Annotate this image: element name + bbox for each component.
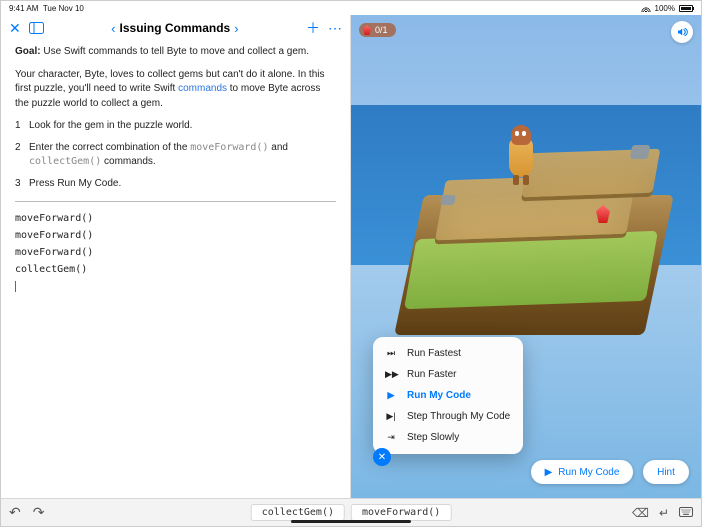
hint-button[interactable]: Hint (643, 460, 689, 484)
intro-text: Your character, Byte, loves to collect g… (15, 68, 336, 112)
byte-character (501, 125, 541, 185)
wifi-icon (641, 4, 651, 12)
gem-counter: 0/1 (359, 23, 396, 37)
step-1: Look for the gem in the puzzle world. (15, 119, 336, 134)
scene-pane[interactable]: 0/1 ⏭Run Fastest ▶▶Run Faster ▶Run My Co… (351, 15, 701, 498)
battery-percent: 100% (655, 4, 675, 13)
delete-button[interactable]: ⌫ (632, 506, 649, 520)
editor-toolbar: ✕ ‹ Issuing Commands › ＋ ⋯ (1, 15, 350, 41)
instructions: Goal: Use Swift commands to tell Byte to… (1, 41, 350, 498)
code-editor[interactable]: moveForward() moveForward() moveForward(… (15, 210, 336, 295)
rock (440, 195, 456, 205)
sound-button[interactable] (671, 21, 693, 43)
code-suggestions: collectGem() moveForward() (251, 504, 452, 521)
play-icon: ▶ (545, 467, 553, 478)
page-title: Issuing Commands (120, 21, 231, 35)
status-bar: 9:41 AM Tue Nov 10 100% (1, 1, 701, 15)
add-button[interactable]: ＋ (306, 18, 320, 38)
prev-page-button[interactable]: ‹ (111, 21, 115, 36)
close-menu-button[interactable]: ✕ (373, 448, 391, 466)
speed-option-run-faster[interactable]: ▶▶Run Faster (373, 364, 523, 385)
speed-menu[interactable]: ⏭Run Fastest ▶▶Run Faster ▶Run My Code ▶… (373, 337, 523, 454)
undo-button[interactable]: ↶ (9, 504, 21, 521)
suggestion-collectgem[interactable]: collectGem() (251, 504, 345, 521)
code-line[interactable]: collectGem() (15, 261, 336, 278)
slow-icon: ⇥ (385, 432, 397, 443)
speed-option-step-through[interactable]: ▶|Step Through My Code (373, 406, 523, 427)
close-icon[interactable]: ✕ (9, 20, 21, 37)
keyboard-button[interactable] (679, 506, 693, 520)
home-indicator[interactable] (291, 520, 411, 523)
code-line[interactable]: moveForward() (15, 210, 336, 227)
step-3: Press Run My Code. (15, 177, 336, 192)
island (381, 85, 681, 345)
redo-button[interactable]: ↷ (33, 504, 45, 521)
rock (630, 145, 650, 159)
status-date: Tue Nov 10 (43, 4, 84, 13)
divider (15, 201, 336, 202)
speed-option-step-slowly[interactable]: ⇥Step Slowly (373, 427, 523, 448)
speed-option-run-my-code[interactable]: ▶Run My Code (373, 385, 523, 406)
goal-label: Goal: (15, 46, 41, 57)
faster-icon: ▶▶ (385, 369, 397, 380)
code-cursor-line[interactable] (15, 278, 336, 295)
run-my-code-button[interactable]: ▶Run My Code (531, 460, 633, 484)
play-icon: ▶ (385, 390, 397, 401)
commands-link[interactable]: commands (178, 83, 227, 94)
step-2: Enter the correct combination of the mov… (15, 141, 336, 170)
goal-text: Use Swift commands to tell Byte to move … (43, 46, 309, 57)
next-page-button[interactable]: › (234, 21, 238, 36)
battery-icon (679, 5, 693, 12)
step-icon: ▶| (385, 411, 397, 422)
bottom-toolbar: ↶ ↷ collectGem() moveForward() ⌫ ↵ (1, 498, 701, 526)
code-line[interactable]: moveForward() (15, 227, 336, 244)
code-line[interactable]: moveForward() (15, 244, 336, 261)
return-button[interactable]: ↵ (659, 506, 669, 520)
status-time: 9:41 AM (9, 4, 38, 13)
sidebar-toggle-icon[interactable] (29, 22, 44, 34)
editor-pane: ✕ ‹ Issuing Commands › ＋ ⋯ Goal: Use Swi… (1, 15, 351, 498)
more-button[interactable]: ⋯ (328, 20, 342, 37)
speed-option-run-fastest[interactable]: ⏭Run Fastest (373, 343, 523, 364)
suggestion-moveforward[interactable]: moveForward() (351, 504, 451, 521)
fastest-icon: ⏭ (385, 348, 397, 359)
gem-icon (363, 25, 371, 35)
